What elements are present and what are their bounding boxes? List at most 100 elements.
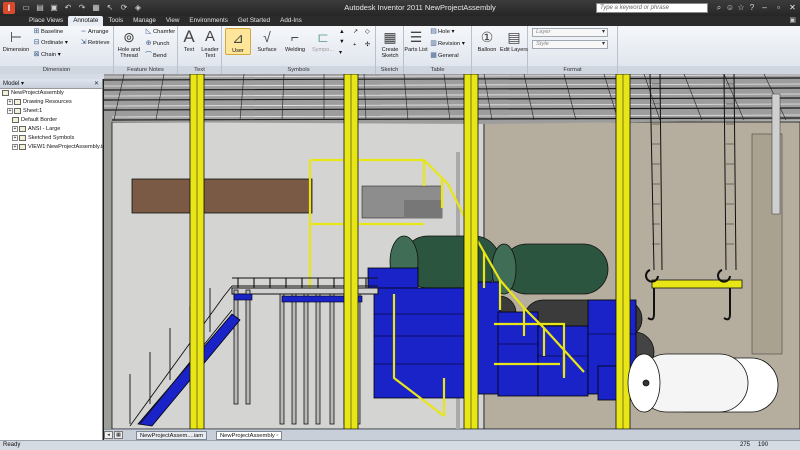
people-icon[interactable]: ☺ bbox=[725, 2, 735, 14]
browser-header[interactable]: Model ▾ ✕ bbox=[0, 79, 102, 89]
star-icon[interactable]: ☆ bbox=[736, 2, 746, 14]
close-icon[interactable]: ✕ bbox=[786, 2, 799, 13]
layer-select[interactable]: Layer ▾ bbox=[532, 28, 608, 37]
browser-tree: NewProjectAssembly + Drawing Resources + She… bbox=[0, 89, 110, 152]
ordinate-button[interactable]: ⊟ Ordinate ▾ bbox=[32, 38, 68, 48]
help-icon[interactable]: ? bbox=[747, 2, 757, 14]
expand-icon[interactable]: + bbox=[12, 134, 18, 141]
chamfer-button[interactable]: ◺ Chamfer bbox=[144, 27, 175, 37]
expand-icon[interactable]: + bbox=[12, 125, 18, 132]
parts-list-icon: ☰ bbox=[409, 29, 423, 45]
hole-thread-button[interactable]: ⊚ Hole and Thread bbox=[115, 28, 143, 59]
quick-access-toolbar: ▭ ▤ ▣ ↶ ↷ ▦ ↖ ⟳ ◈ bbox=[20, 2, 144, 14]
general-table-button[interactable]: ▦General bbox=[429, 51, 458, 61]
tab-add-ins[interactable]: Add-Ins bbox=[275, 16, 307, 26]
update-icon[interactable]: ⟳ bbox=[118, 2, 130, 14]
undo-icon[interactable]: ↶ bbox=[62, 2, 74, 14]
tab-place-views[interactable]: Place Views bbox=[24, 16, 68, 26]
print-icon[interactable]: ▦ bbox=[90, 2, 102, 14]
balloon-icon: ① bbox=[480, 29, 494, 45]
chevron-down-icon: ▾ bbox=[601, 29, 605, 35]
retrieve-button[interactable]: ⇲ Retrieve bbox=[79, 38, 110, 48]
sym-tool-4-icon[interactable]: ✣ bbox=[365, 40, 370, 50]
tree-item-label: Default Border bbox=[21, 117, 58, 123]
material-icon[interactable]: ◈ bbox=[132, 2, 144, 14]
scroll-up-icon[interactable]: ▲ bbox=[339, 27, 345, 37]
tab-get-started[interactable]: Get Started bbox=[233, 16, 275, 26]
retrieve-icon: ⇲ bbox=[80, 39, 87, 46]
revision-table-icon: ▥ bbox=[430, 40, 437, 47]
save-icon[interactable]: ▣ bbox=[48, 2, 60, 14]
open-icon[interactable]: ▤ bbox=[34, 2, 46, 14]
tree-item[interactable]: NewProjectAssembly bbox=[0, 89, 102, 98]
redo-icon[interactable]: ↷ bbox=[76, 2, 88, 14]
baseline-button[interactable]: ⊞ Baseline bbox=[32, 27, 64, 37]
hole-table-button[interactable]: ▤Hole ▾ bbox=[429, 27, 454, 37]
select-icon[interactable]: ↖ bbox=[104, 2, 116, 14]
sym-tool-1-icon[interactable]: ↗ bbox=[353, 27, 358, 37]
chevron-down-icon: ▾ bbox=[601, 41, 605, 47]
chain-button[interactable]: ⊠ Chain ▾ bbox=[32, 50, 61, 60]
edit-layers-button[interactable]: ▤ Edit Layers bbox=[500, 28, 528, 53]
text-button[interactable]: A Text bbox=[178, 28, 200, 54]
more-symbols-button[interactable]: ⊏ Sympo... bbox=[309, 28, 337, 53]
create-sketch-icon: ▦ bbox=[383, 29, 397, 45]
tab-environments[interactable]: Environments bbox=[184, 16, 233, 26]
parts-list-button[interactable]: ☰ Parts List bbox=[404, 28, 428, 53]
welding-icon: ⌐ bbox=[290, 29, 300, 45]
balloon-button[interactable]: ① Balloon bbox=[473, 28, 501, 53]
ribbon-options-icon[interactable]: ▣ bbox=[789, 16, 796, 26]
doc-tab-iam[interactable]: NewProjectAssem....iam bbox=[136, 431, 208, 440]
expand-icon[interactable]: + bbox=[7, 98, 13, 105]
tab-view[interactable]: View bbox=[161, 16, 185, 26]
expand-gallery-icon[interactable]: ▾ bbox=[339, 48, 342, 58]
scroll-down-icon[interactable]: ▼ bbox=[339, 37, 345, 47]
leader-text-button[interactable]: A Leader Text bbox=[199, 28, 221, 59]
baseline-icon: ⊞ bbox=[33, 28, 40, 35]
app-menu-icon[interactable]: I bbox=[3, 2, 15, 14]
user-symbol-icon: ⊿ bbox=[232, 30, 244, 46]
search-icon[interactable]: ⌕ bbox=[714, 2, 724, 14]
tab-manage[interactable]: Manage bbox=[128, 16, 161, 26]
user-symbol-button[interactable]: ⊿ User bbox=[225, 28, 251, 55]
bend-button[interactable]: ⌒Bend bbox=[144, 51, 167, 61]
panel-sketch: ▦ Create Sketch Sketch bbox=[376, 26, 404, 74]
expand-icon[interactable]: + bbox=[7, 107, 13, 114]
style-select[interactable]: Style ▾ bbox=[532, 40, 608, 49]
panel-format: Layer ▾ Style ▾ Format bbox=[528, 26, 618, 74]
minimize-icon[interactable]: – bbox=[758, 2, 771, 13]
tab-scroll-left-icon[interactable]: ◂ bbox=[104, 431, 113, 439]
tree-item[interactable]: + ANSI - Large bbox=[0, 125, 102, 134]
maximize-icon[interactable]: ▫ bbox=[772, 2, 785, 13]
close-icon[interactable]: ✕ bbox=[94, 79, 99, 89]
tree-item[interactable]: Default Border bbox=[0, 116, 102, 125]
punch-button[interactable]: ⊕ Punch bbox=[144, 39, 170, 49]
tree-item-label: ANSI - Large bbox=[28, 126, 61, 132]
create-sketch-button[interactable]: ▦ Create Sketch bbox=[376, 28, 404, 59]
expand-icon[interactable]: + bbox=[12, 143, 18, 150]
welding-button[interactable]: ⌐ Welding bbox=[281, 28, 309, 53]
tree-item[interactable]: + Sheet:1 bbox=[0, 107, 102, 116]
close-tab-icon[interactable]: ▫ bbox=[276, 433, 278, 439]
drawing-viewport[interactable] bbox=[104, 74, 800, 429]
arrange-button[interactable]: ⇔Arrange bbox=[79, 27, 109, 37]
tab-list-icon[interactable]: ▦ bbox=[114, 431, 123, 439]
tree-item[interactable]: + Sketched Symbols bbox=[0, 134, 102, 143]
tree-item[interactable]: + VIEW1:NewProjectAssembly.iam bbox=[0, 143, 110, 152]
tab-annotate[interactable]: Annotate bbox=[68, 16, 104, 26]
dimension-button[interactable]: ⊢ Dimension bbox=[2, 28, 30, 53]
tree-node-icon bbox=[14, 107, 21, 114]
document-tabs: ◂ ▦ NewProjectAssem....iam NewProjectAss… bbox=[104, 429, 800, 440]
panel-text: A Text A Leader Text Text bbox=[178, 26, 222, 74]
tab-tools[interactable]: Tools bbox=[103, 16, 128, 26]
sym-tool-2-icon[interactable]: ◇ bbox=[365, 27, 369, 37]
doc-tab-drawing[interactable]: NewProjectAssembly ▫ bbox=[216, 431, 283, 440]
panel-feature-notes: ⊚ Hole and Thread ◺ Chamfer ⊕ Punch ⌒Bend … bbox=[114, 26, 178, 74]
search-input[interactable]: Type a keyword or phrase bbox=[596, 3, 708, 13]
sym-tool-3-icon[interactable]: + bbox=[353, 40, 356, 50]
revision-table-button[interactable]: ▥Revision ▾ bbox=[429, 39, 465, 49]
tree-item[interactable]: + Drawing Resources bbox=[0, 98, 102, 107]
new-icon[interactable]: ▭ bbox=[20, 2, 32, 14]
surface-button[interactable]: √ Surface bbox=[253, 28, 281, 53]
leader-text-icon: A bbox=[204, 28, 215, 45]
